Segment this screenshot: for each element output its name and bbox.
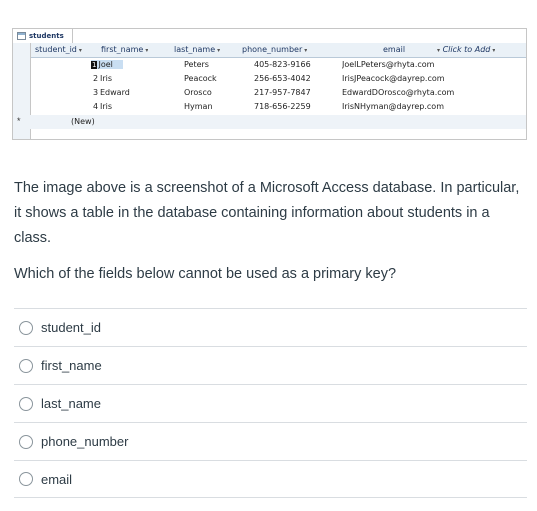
cell-first-name[interactable]: Iris <box>100 74 112 83</box>
cell-first-name[interactable]: Edward <box>100 88 130 97</box>
cell-student-id-first-name[interactable]: 1 Joel <box>91 60 123 69</box>
cell-student-id[interactable]: 3 <box>93 88 98 97</box>
cell-email[interactable]: IrisJPeacock@dayrep.com <box>342 74 445 83</box>
cell-last-name[interactable]: Hyman <box>184 102 213 111</box>
option-label[interactable]: first_name <box>41 358 102 373</box>
cell-email[interactable]: IrisNHyman@dayrep.com <box>342 102 444 111</box>
cell-email[interactable]: JoelLPeters@rhyta.com <box>342 60 434 69</box>
cell-last-name[interactable]: Orosco <box>184 88 212 97</box>
access-datasheet: student_id ▾ first_name ▾ last_name ▾ phone… <box>12 28 527 140</box>
radio-button[interactable] <box>19 358 33 373</box>
table-tab-label: students <box>29 32 64 40</box>
radio-button[interactable] <box>19 434 33 449</box>
cell-phone-number[interactable]: 256-653-4042 <box>254 74 311 83</box>
new-record-label: (New) <box>71 117 95 126</box>
sort-dropdown-icon[interactable]: ▾ <box>304 47 307 54</box>
radio-button[interactable] <box>19 472 33 486</box>
table-row[interactable]: 2 Iris Peacock 256-653-4042 IrisJPeacock… <box>31 73 526 87</box>
new-record-row[interactable]: * (New) <box>13 115 526 129</box>
option-email[interactable]: email <box>14 460 527 498</box>
cell-student-id[interactable]: 2 <box>93 74 98 83</box>
cell-student-id[interactable]: 4 <box>93 102 98 111</box>
radio-button[interactable] <box>19 396 33 411</box>
column-header-phone-number[interactable]: phone_number ▾ <box>242 45 307 54</box>
option-label[interactable]: phone_number <box>41 434 128 449</box>
cell-last-name[interactable]: Peters <box>184 60 209 69</box>
option-student-id[interactable]: student_id <box>14 308 527 346</box>
table-icon <box>17 32 26 40</box>
option-first-name[interactable]: first_name <box>14 346 527 384</box>
sort-dropdown-icon[interactable]: ▾ <box>437 47 440 54</box>
cell-phone-number[interactable]: 405-823-9166 <box>254 60 311 69</box>
table-tab[interactable]: students <box>12 28 73 43</box>
cell-phone-number[interactable]: 718-656-2259 <box>254 102 311 111</box>
new-record-icon: * <box>17 116 21 126</box>
table-row[interactable]: 4 Iris Hyman 718-656-2259 IrisNHyman@day… <box>31 101 526 115</box>
table-row[interactable]: 3 Edward Orosco 217-957-7847 EdwardDOros… <box>31 87 526 101</box>
column-header-click-to-add[interactable]: ▾ Click to Add ▾ <box>435 45 495 54</box>
option-label[interactable]: last_name <box>41 396 101 411</box>
question-description: The image above is a screenshot of a Mic… <box>14 180 520 246</box>
sort-dropdown-icon[interactable]: ▾ <box>492 47 495 54</box>
sort-dropdown-icon[interactable]: ▾ <box>79 47 82 54</box>
option-last-name[interactable]: last_name <box>14 384 527 422</box>
column-header-student-id[interactable]: student_id ▾ <box>35 45 82 54</box>
answer-options: student_id first_name last_name phone_nu… <box>14 308 527 498</box>
option-label[interactable]: student_id <box>41 320 101 335</box>
cell-email[interactable]: EdwardDOrosco@rhyta.com <box>342 88 466 97</box>
column-header-row: student_id ▾ first_name ▾ last_name ▾ phone… <box>31 43 526 58</box>
option-label[interactable]: email <box>41 472 72 487</box>
column-header-email[interactable]: email <box>383 45 405 54</box>
radio-button[interactable] <box>19 320 33 335</box>
column-header-last-name[interactable]: last_name ▾ <box>174 45 220 54</box>
sort-dropdown-icon[interactable]: ▾ <box>217 47 220 54</box>
question-prompt: Which of the fields below cannot be used… <box>14 266 397 282</box>
option-phone-number[interactable]: phone_number <box>14 422 527 460</box>
column-header-first-name[interactable]: first_name ▾ <box>101 45 148 54</box>
cell-first-name[interactable]: Iris <box>100 102 112 111</box>
table-row[interactable]: 1 Joel Peters 405-823-9166 JoelLPeters@rh… <box>31 59 526 73</box>
cell-phone-number[interactable]: 217-957-7847 <box>254 88 311 97</box>
sort-dropdown-icon[interactable]: ▾ <box>145 47 148 54</box>
cell-last-name[interactable]: Peacock <box>184 74 217 83</box>
